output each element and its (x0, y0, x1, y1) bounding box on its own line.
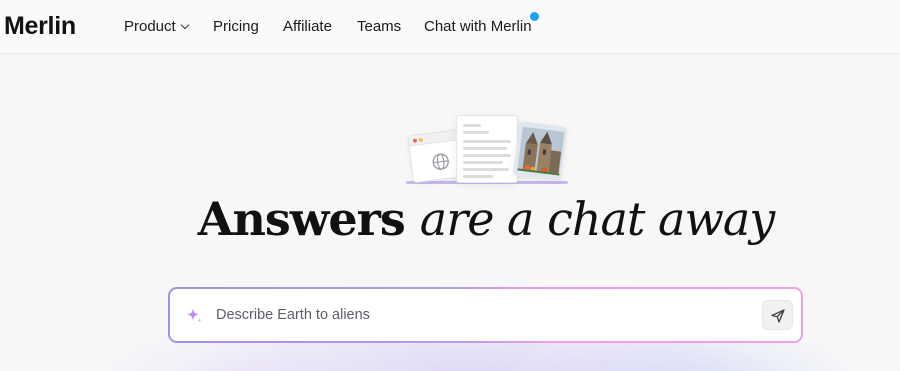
merlin-logo[interactable]: Merlin (4, 12, 76, 41)
send-button[interactable] (762, 300, 793, 330)
headline-strong-text: Answers (197, 192, 406, 246)
photo-illustration (512, 121, 568, 181)
building-photo (513, 122, 568, 181)
hero-headline: Answers are a chat away (0, 192, 900, 246)
sparkle-icon (187, 308, 202, 323)
hero-illustration (400, 110, 575, 190)
nav-teams-link[interactable]: Teams (357, 18, 401, 35)
nav-affiliate-link[interactable]: Affiliate (283, 18, 332, 35)
top-navbar: Merlin Product Pricing Affiliate Teams C… (0, 0, 900, 54)
chat-search-inner (170, 289, 801, 341)
nav-product-menu[interactable]: Product (124, 18, 189, 35)
nav-pricing-link[interactable]: Pricing (213, 18, 259, 35)
nav-product-label: Product (124, 18, 176, 35)
notification-dot-icon (530, 12, 539, 21)
nav-chat-with-merlin-link[interactable]: Chat with Merlin (424, 18, 532, 35)
chat-prompt-input[interactable] (216, 303, 746, 327)
document-illustration (456, 115, 518, 183)
send-icon (771, 309, 785, 323)
headline-italic-text: are a chat away (419, 192, 775, 246)
chevron-down-icon (180, 20, 189, 30)
globe-icon (432, 153, 449, 170)
chat-search-box (168, 287, 803, 343)
